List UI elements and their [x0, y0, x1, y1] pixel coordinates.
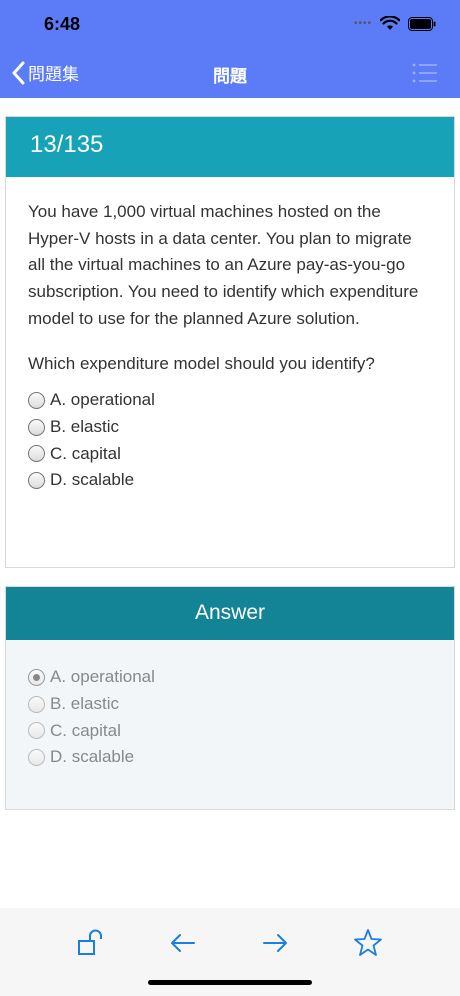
answer-option-label: A. operational [50, 667, 155, 687]
arrow-right-icon[interactable] [260, 928, 290, 958]
question-prompt: Which expenditure model should you ident… [28, 353, 375, 373]
question-card: 13/135 You have 1,000 virtual machines h… [5, 116, 455, 568]
radio-button[interactable] [28, 472, 45, 490]
radio-icon [28, 748, 45, 766]
option-label: A. operational [50, 390, 155, 410]
list-menu-icon[interactable] [412, 62, 438, 84]
radio-icon [28, 695, 45, 713]
question-text: You have 1,000 virtual machines hosted o… [28, 202, 419, 328]
option-d[interactable]: D. scalable [28, 467, 432, 494]
radio-button[interactable] [28, 392, 45, 410]
option-label: B. elastic [50, 416, 119, 436]
unlock-icon[interactable] [76, 928, 106, 958]
arrow-left-icon[interactable] [168, 928, 198, 958]
answer-option-c: C. capital [28, 717, 432, 744]
answer-title: Answer [6, 587, 454, 640]
answer-option-label: D. scalable [50, 747, 135, 767]
battery-icon [408, 16, 436, 31]
question-counter: 13/135 [6, 117, 454, 177]
option-list: A. operational B. elastic C. capital D. … [28, 387, 432, 494]
answer-option-d: D. scalable [28, 744, 432, 771]
star-icon[interactable] [353, 928, 383, 958]
home-indicator[interactable] [148, 980, 312, 985]
status-icons: •••• [354, 16, 436, 31]
answer-option-b: B. elastic [28, 691, 432, 718]
option-label: C. capital [50, 443, 121, 463]
radio-selected-icon [28, 668, 45, 686]
page-title: 問題 [213, 67, 247, 86]
answer-option-label: C. capital [50, 720, 121, 740]
option-label: D. scalable [50, 470, 135, 490]
answer-option-label: B. elastic [50, 694, 119, 714]
option-c[interactable]: C. capital [28, 441, 432, 468]
radio-icon [28, 722, 45, 740]
status-time: 6:48 [44, 14, 81, 34]
option-a[interactable]: A. operational [28, 387, 432, 414]
radio-button[interactable] [28, 445, 45, 463]
top-bar: 6:48 •••• 問題集 問題 [0, 0, 460, 98]
answer-option-a: A. operational [28, 664, 432, 691]
answer-option-list: A. operational B. elastic C. capital D. … [6, 640, 454, 771]
option-b[interactable]: B. elastic [28, 414, 432, 441]
wifi-icon [380, 16, 400, 30]
radio-button[interactable] [28, 418, 45, 436]
signal-icon: •••• [353, 18, 372, 29]
answer-card: Answer A. operational B. elastic C. capi… [5, 586, 455, 810]
